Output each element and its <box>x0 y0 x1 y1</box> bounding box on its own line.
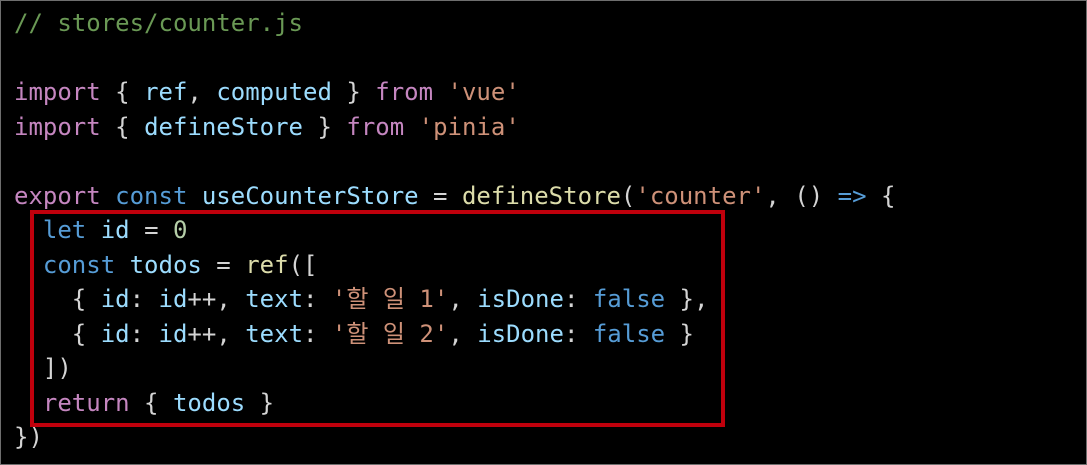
code-token-punctuation: }) <box>14 423 43 451</box>
code-token-keyword: import <box>14 112 101 141</box>
highlight-box <box>30 210 725 427</box>
code-token-storage: => <box>837 181 867 210</box>
code-editor: // stores/counter.js import { ref, comput… <box>0 0 1087 465</box>
code-token-keyword: import <box>14 78 101 106</box>
code-line: import { defineStore } from 'pinia' <box>14 110 895 145</box>
code-token-string: 'pinia' <box>418 112 520 141</box>
code-token-punctuation <box>187 182 201 210</box>
code-token-punctuation: , () <box>765 181 838 210</box>
code-token-variable: computed <box>216 78 332 106</box>
code-token-punctuation: { <box>100 112 145 141</box>
code-token-variable: useCounterStore <box>201 181 419 210</box>
code-token-function: defineStore <box>461 181 621 210</box>
code-token-variable: ref <box>144 78 188 106</box>
code-token-punctuation: { <box>100 78 145 106</box>
code-token-punctuation: ( <box>620 181 636 210</box>
code-token-punctuation <box>433 78 447 106</box>
code-token-variable: defineStore <box>144 112 304 141</box>
code-token-keyword: export <box>14 181 101 210</box>
code-line: import { ref, computed } from 'vue' <box>14 75 895 110</box>
code-token-string: 'vue' <box>447 78 520 106</box>
code-token-keyword: from <box>375 78 434 106</box>
code-token-punctuation: = <box>418 181 462 210</box>
code-token-comment: // stores/counter.js <box>14 9 303 37</box>
code-line: export const useCounterStore = defineSto… <box>14 179 895 214</box>
code-token-punctuation: { <box>866 181 896 210</box>
code-token-storage: const <box>115 181 188 210</box>
code-line: // stores/counter.js <box>14 6 895 41</box>
code-token-string: 'counter' <box>635 181 766 210</box>
code-token-punctuation <box>404 113 418 141</box>
code-token-punctuation <box>101 182 115 210</box>
code-token-punctuation: } <box>303 112 347 141</box>
code-token-punctuation: , <box>187 78 217 106</box>
code-token-keyword: from <box>346 112 405 141</box>
code-token-punctuation: } <box>331 78 376 106</box>
